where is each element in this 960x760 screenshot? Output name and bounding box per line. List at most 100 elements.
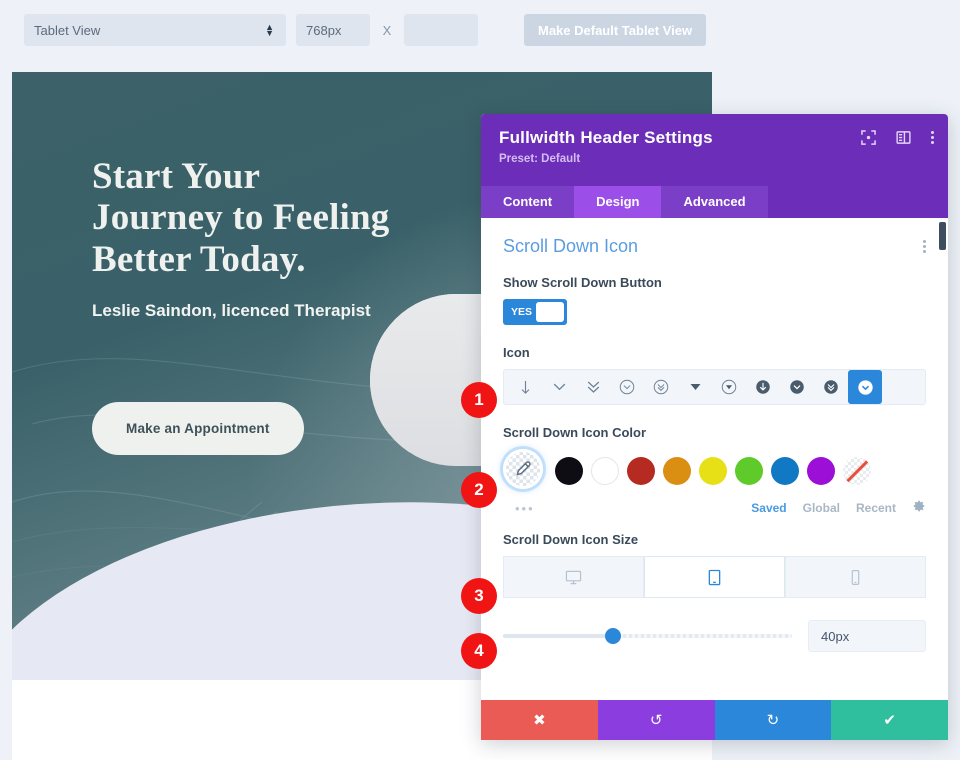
swatch-blue[interactable] (771, 457, 799, 485)
circle-chevron-down-filled-icon[interactable] (780, 370, 814, 404)
save-button[interactable]: ✔ (831, 700, 948, 740)
undo-button[interactable]: ↺ (597, 700, 715, 740)
chevron-down-icon[interactable] (542, 370, 576, 404)
circle-arrow-down-filled-icon[interactable] (746, 370, 780, 404)
kebab-icon[interactable] (931, 131, 934, 144)
circle-caret-down-outline-icon[interactable] (712, 370, 746, 404)
make-appointment-button[interactable]: Make an Appointment (92, 402, 304, 455)
size-value-input[interactable]: 40px (808, 620, 926, 652)
swatch-white[interactable] (591, 457, 619, 485)
modal-header: Fullwidth Header Settings Preset: Defaul… (481, 114, 948, 218)
make-appointment-label: Make an Appointment (126, 421, 270, 436)
size-slider-row: 40px (503, 620, 926, 652)
show-scroll-down-toggle[interactable]: YES (503, 299, 567, 325)
modal-header-actions (861, 130, 934, 145)
callout-badge-4: 4 (461, 633, 497, 669)
modal-footer: ✖ ↺ ↻ ✔ (481, 700, 948, 740)
circle-chevron-down-outline-icon[interactable] (610, 370, 644, 404)
tab-advanced-label: Advanced (683, 194, 746, 209)
viewport-width-input[interactable]: 768px (296, 14, 370, 46)
circle-double-chevron-down-filled-icon[interactable] (814, 370, 848, 404)
focus-icon[interactable] (861, 130, 876, 145)
arrow-down-icon[interactable] (508, 370, 542, 404)
hero-subheadline: Leslie Saindon, licenced Therapist (92, 301, 371, 321)
redo-icon: ↻ (766, 712, 780, 729)
tab-design-label: Design (596, 194, 640, 209)
size-slider[interactable] (503, 628, 792, 644)
swatch-green[interactable] (735, 457, 763, 485)
more-colors-button[interactable]: ••• (515, 501, 535, 516)
device-tabs (503, 556, 926, 598)
hero-headline: Start Your Journey to Feeling Better Tod… (92, 156, 390, 280)
redo-button[interactable]: ↻ (714, 700, 832, 740)
make-default-label: Make Default Tablet View (538, 22, 693, 38)
eyedropper-wrap (503, 449, 547, 493)
tab-content[interactable]: Content (481, 186, 575, 218)
size-slider-fill (503, 634, 613, 638)
make-default-button[interactable]: Make Default Tablet View (524, 14, 707, 46)
callout-3-number: 3 (474, 586, 484, 605)
swatch-purple[interactable] (807, 457, 835, 485)
modal-body: Scroll Down Icon Show Scroll Down Button… (481, 218, 948, 700)
modal-scrollbar-thumb[interactable] (939, 222, 946, 250)
swatch-black[interactable] (555, 457, 583, 485)
modal-preset[interactable]: Preset: Default (499, 153, 930, 165)
scroll-down-icon-color-label: Scroll Down Icon Color (503, 425, 647, 440)
viewport-select-value: Tablet View (34, 22, 101, 38)
callout-badge-3: 3 (461, 578, 497, 614)
hero-text-block: Start Your Journey to Feeling Better Tod… (92, 156, 392, 325)
color-swatch-row (503, 449, 926, 493)
layout-icon[interactable] (896, 130, 911, 145)
viewport-width-value: 768px (306, 22, 342, 38)
modal-tabs: Content Design Advanced (481, 186, 948, 218)
size-value: 40px (821, 628, 850, 644)
viewport-select[interactable]: Tablet View ▲ ▼ (24, 14, 286, 46)
palette-tab-recent[interactable]: Recent (856, 501, 896, 515)
tab-content-label: Content (503, 194, 553, 209)
module-settings-modal: Fullwidth Header Settings Preset: Defaul… (481, 114, 948, 740)
section-kebab-icon[interactable] (923, 240, 926, 253)
phone-icon[interactable] (785, 556, 926, 598)
tab-advanced[interactable]: Advanced (661, 186, 768, 218)
circle-double-chevron-down-outline-icon[interactable] (644, 370, 678, 404)
toggle-value: YES (511, 306, 533, 318)
gear-icon[interactable] (912, 499, 926, 516)
cancel-icon: ✖ (533, 712, 546, 729)
palette-tab-global[interactable]: Global (803, 501, 840, 515)
undo-icon: ↺ (649, 712, 663, 729)
icon-field-label: Icon (503, 345, 530, 360)
callout-1-number: 1 (474, 390, 484, 409)
palette-tabs: Saved Global Recent (751, 499, 926, 516)
app-root: Tablet View ▲ ▼ 768px X Make Default Tabl… (0, 0, 960, 760)
callout-badge-1: 1 (461, 382, 497, 418)
dimension-separator: X (382, 22, 392, 38)
swatch-transparent[interactable] (843, 457, 871, 485)
callout-badge-2: 2 (461, 472, 497, 508)
size-slider-knob[interactable] (604, 628, 621, 644)
tab-design[interactable]: Design (574, 186, 662, 218)
scroll-down-icon-size-label: Scroll Down Icon Size (503, 532, 639, 547)
tablet-icon[interactable] (644, 556, 785, 598)
viewport-height-input[interactable] (404, 14, 478, 46)
callout-4-number: 4 (474, 641, 484, 660)
desktop-icon[interactable] (503, 556, 644, 598)
circle-chevron-down-selected-icon[interactable] (848, 370, 882, 404)
cancel-button[interactable]: ✖ (481, 700, 598, 740)
callout-2-number: 2 (474, 480, 484, 499)
spinner-icon: ▲ ▼ (265, 22, 274, 38)
save-icon: ✔ (883, 712, 896, 729)
modal-scrollbar[interactable] (940, 218, 946, 700)
show-scroll-down-label: Show Scroll Down Button (503, 275, 662, 290)
palette-tab-saved[interactable]: Saved (751, 501, 786, 515)
caret-down-small-icon[interactable] (678, 370, 712, 404)
eyedropper-icon[interactable] (503, 449, 543, 489)
viewport-toolbar: Tablet View ▲ ▼ 768px X Make Default Tabl… (0, 0, 960, 60)
swatch-yellow[interactable] (699, 457, 727, 485)
section-header: Scroll Down Icon (503, 236, 926, 257)
double-chevron-down-icon[interactable] (576, 370, 610, 404)
toggle-knob (536, 302, 564, 322)
section-title: Scroll Down Icon (503, 236, 639, 256)
swatch-red[interactable] (627, 457, 655, 485)
icon-options-row (503, 369, 926, 405)
swatch-orange[interactable] (663, 457, 691, 485)
